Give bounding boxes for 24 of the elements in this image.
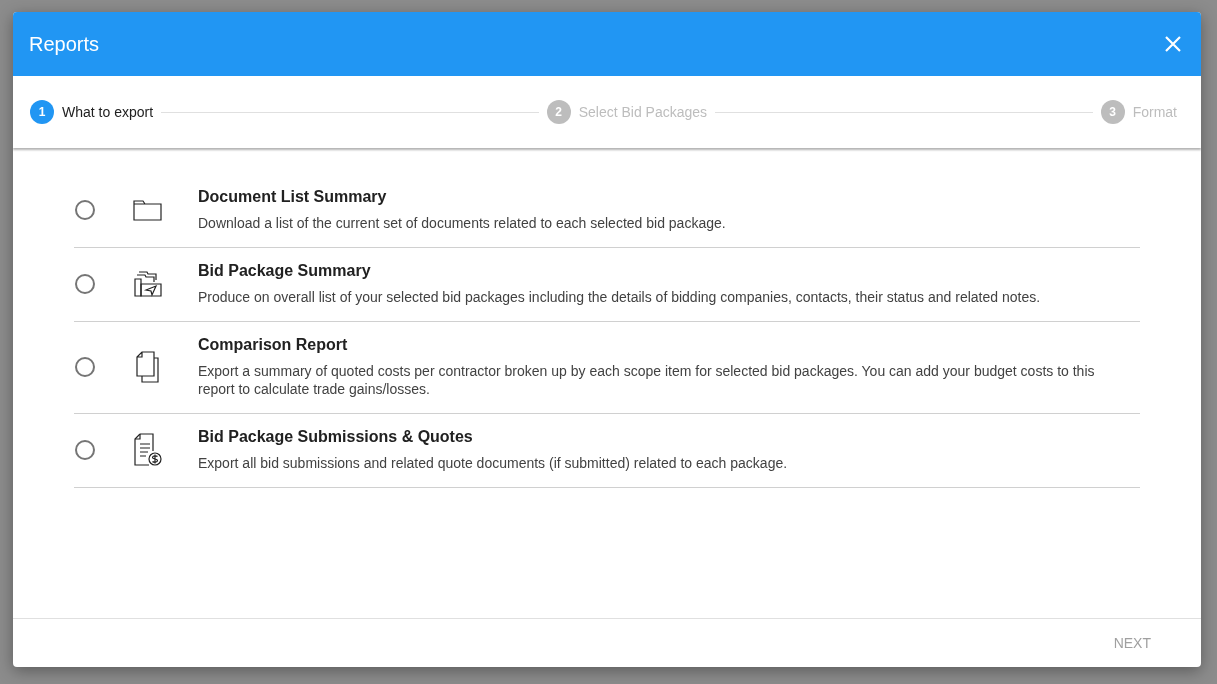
option-description: Produce on overall list of your selected bid packages including the details of bidding companies, contacts, their status and related notes. — [198, 288, 1042, 306]
radio-button[interactable] — [75, 200, 95, 220]
radio-button[interactable] — [75, 440, 95, 460]
step-number[interactable]: 1 — [30, 100, 54, 124]
option-title: Comparison Report — [198, 336, 349, 354]
step-number[interactable]: 3 — [1100, 100, 1125, 124]
option-description: Export all bid submissions and related quote documents (if submitted) related to each package. — [198, 454, 789, 472]
option-title: Document List Summary — [198, 188, 388, 206]
option-title: Bid Package Submissions & Quotes — [198, 428, 474, 446]
option-description: Export a summary of quoted costs per contractor broken up by each scope item for selected bid packages. You can add your budget costs to this report to calculate trade gains/losses. — [198, 362, 1096, 398]
invoice-dollar-icon — [133, 433, 163, 467]
step-label: Format — [1132, 104, 1177, 120]
radio-button[interactable] — [75, 357, 95, 377]
close-icon — [1165, 36, 1181, 52]
radio-button[interactable] — [75, 274, 95, 294]
step-number[interactable]: 2 — [546, 100, 571, 124]
step-label: What to export — [62, 104, 154, 120]
option-description: Download a list of the current set of documents related to each selected bid package. — [198, 214, 727, 232]
dialog-title: Reports — [29, 32, 100, 56]
documents-icon — [136, 351, 160, 383]
folders-icon — [134, 270, 162, 298]
folder-icon — [133, 198, 163, 222]
step-label: Select Bid Packages — [578, 104, 708, 120]
option-title: Bid Package Summary — [198, 262, 372, 280]
